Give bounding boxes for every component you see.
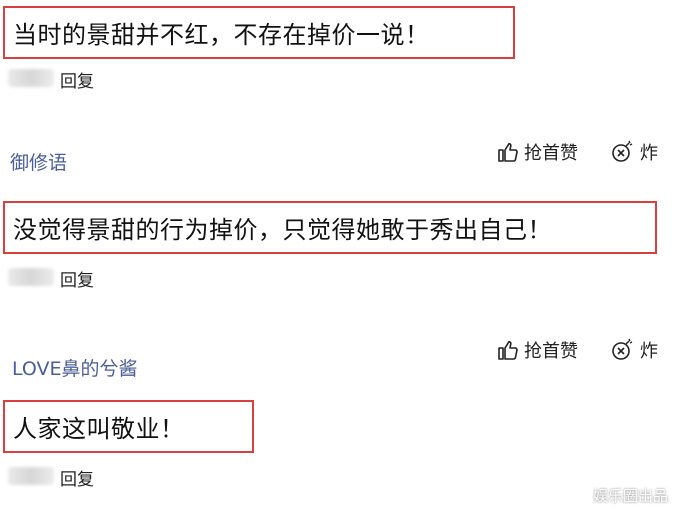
comment-text-1: 当时的景甜并不红，不存在掉价一说！ bbox=[3, 6, 515, 59]
bomb-icon bbox=[612, 338, 633, 360]
bomb-icon bbox=[612, 140, 633, 162]
bomb-label: 炸 bbox=[640, 143, 658, 164]
bomb-button-2[interactable]: 炸 bbox=[610, 337, 658, 363]
thumbs-up-icon bbox=[498, 340, 518, 360]
comment-text-3-content: 人家这叫敬业！ bbox=[13, 415, 185, 443]
comment-text-1-content: 当时的景甜并不红，不存在掉价一说！ bbox=[13, 21, 430, 49]
comment-text-3: 人家这叫敬业！ bbox=[3, 400, 254, 453]
bomb-button-1[interactable]: 炸 bbox=[610, 139, 658, 165]
reply-button-3[interactable]: 回复 bbox=[60, 465, 94, 490]
comment-text-2-content: 没觉得景甜的行为掉价，只觉得她敢于秀出自己！ bbox=[13, 216, 552, 244]
blurred-user-avatar bbox=[8, 467, 54, 485]
watermark: 娱乐圈出品 bbox=[592, 487, 668, 505]
username-1[interactable]: 御修语 bbox=[10, 148, 67, 175]
bomb-label: 炸 bbox=[640, 341, 658, 362]
comment-text-2: 没觉得景甜的行为掉价，只觉得她敢于秀出自己！ bbox=[3, 201, 657, 254]
like-label: 抢首赞 bbox=[524, 341, 578, 362]
reply-button-2[interactable]: 回复 bbox=[60, 266, 94, 291]
username-2[interactable]: LOVE鼻的兮酱 bbox=[12, 354, 138, 381]
thumbs-up-icon bbox=[498, 142, 518, 162]
like-label: 抢首赞 bbox=[524, 143, 578, 164]
like-button-1[interactable]: 抢首赞 bbox=[496, 139, 578, 165]
reply-button-1[interactable]: 回复 bbox=[60, 67, 94, 92]
blurred-user-avatar bbox=[8, 268, 54, 286]
like-button-2[interactable]: 抢首赞 bbox=[496, 337, 578, 363]
blurred-user-avatar bbox=[8, 69, 54, 87]
